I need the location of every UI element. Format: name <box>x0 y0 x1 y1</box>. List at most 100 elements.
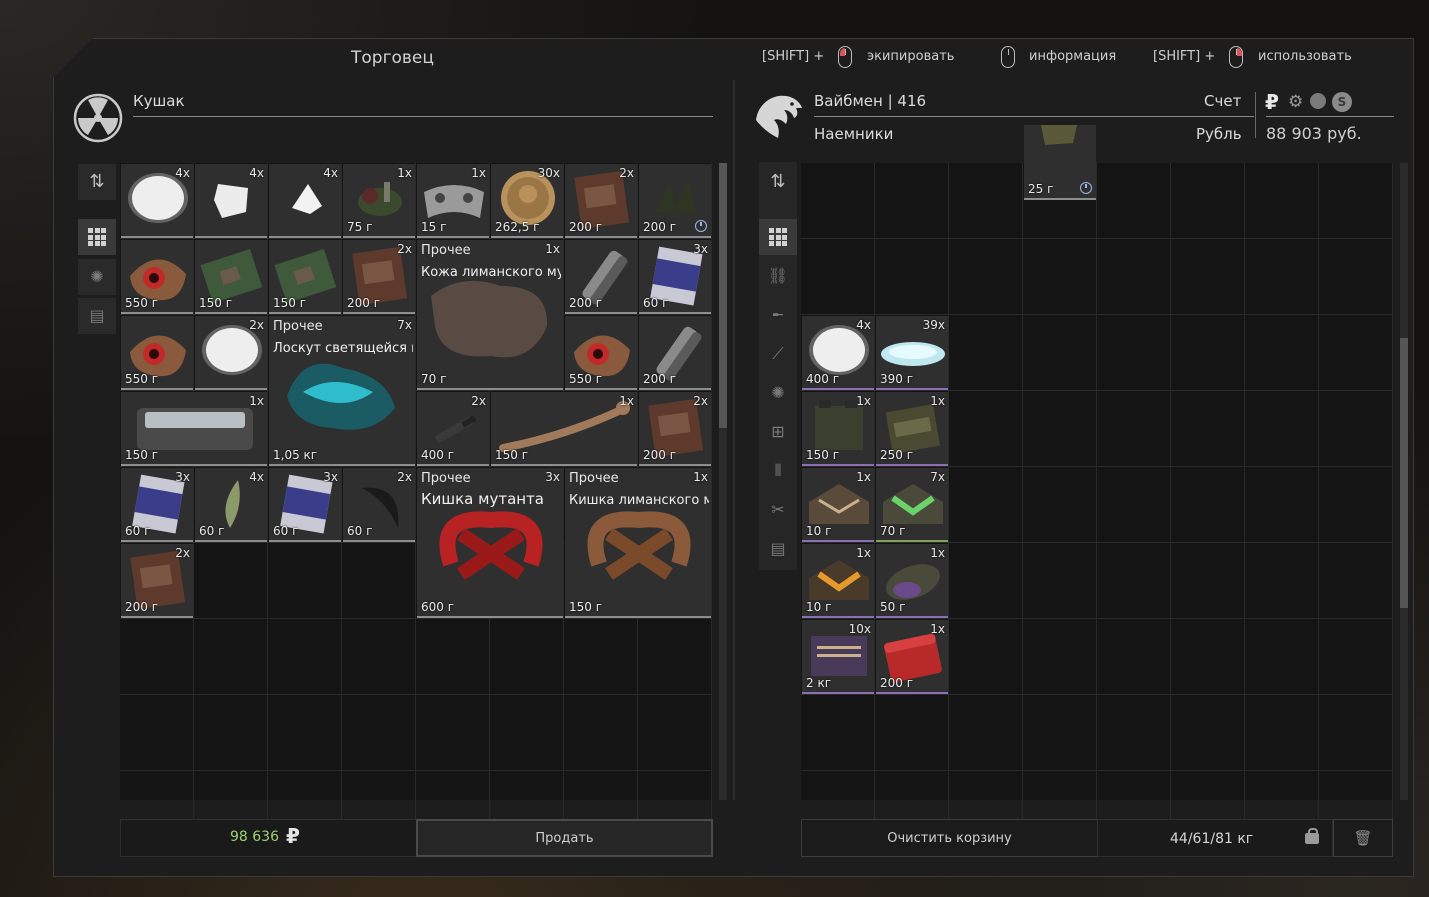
inventory-cell[interactable] <box>1171 695 1245 771</box>
inventory-item[interactable]: 550 г <box>121 316 193 390</box>
inventory-cell[interactable] <box>342 543 416 619</box>
inventory-item[interactable]: 3x 60 г <box>639 240 711 314</box>
inventory-item[interactable]: 2x 200 г <box>639 392 711 466</box>
inventory-cell[interactable] <box>1319 619 1393 695</box>
inventory-item[interactable]: 1x 150 г <box>121 392 267 466</box>
inventory-cell[interactable] <box>875 239 949 315</box>
inventory-cell[interactable] <box>1171 163 1245 239</box>
inventory-item[interactable]: 2x 60 г <box>343 468 415 542</box>
inventory-cell[interactable] <box>1319 695 1393 771</box>
inventory-item[interactable]: 550 г <box>565 316 637 390</box>
inventory-cell[interactable] <box>949 391 1023 467</box>
inventory-item[interactable]: 1x 10 г <box>802 468 874 542</box>
inventory-cell[interactable] <box>1171 315 1245 391</box>
inventory-cell[interactable] <box>564 695 638 771</box>
inventory-cell[interactable] <box>1097 239 1171 315</box>
inventory-cell[interactable] <box>1097 315 1171 391</box>
inventory-item[interactable]: 1x 150 г <box>802 392 874 466</box>
inventory-item[interactable]: 4x <box>269 164 341 238</box>
inventory-item[interactable]: 4x 60 г <box>195 468 267 542</box>
inventory-item[interactable]: 7x Прочее Лоскут светящейся к.. 1,05 кг <box>269 316 415 466</box>
inventory-cell[interactable] <box>194 619 268 695</box>
ruble-currency-icon[interactable]: ₽ <box>1265 90 1279 114</box>
player-filter-all-button[interactable] <box>759 219 797 255</box>
inventory-cell[interactable] <box>949 467 1023 543</box>
inventory-cell[interactable] <box>1097 391 1171 467</box>
cog-currency-icon[interactable] <box>1310 93 1326 109</box>
inventory-cell[interactable] <box>120 619 194 695</box>
inventory-item[interactable]: 2x 200 г <box>343 240 415 314</box>
inventory-cell[interactable] <box>1319 467 1393 543</box>
inventory-item[interactable]: 3x 60 г <box>269 468 341 542</box>
inventory-cell[interactable] <box>268 695 342 771</box>
inventory-cell[interactable] <box>1023 695 1097 771</box>
inventory-cell[interactable] <box>268 543 342 619</box>
inventory-item[interactable]: 150 г <box>195 240 267 314</box>
inventory-item[interactable]: 2x <box>195 316 267 390</box>
inventory-cell[interactable] <box>949 695 1023 771</box>
player-sort-button[interactable]: ⇅ <box>759 164 797 200</box>
inventory-cell[interactable] <box>1023 315 1097 391</box>
inventory-cell[interactable] <box>1319 163 1393 239</box>
inventory-cell[interactable] <box>416 695 490 771</box>
inventory-cell[interactable] <box>949 239 1023 315</box>
inventory-item[interactable]: 30x 262,5 г <box>491 164 563 238</box>
inventory-cell[interactable] <box>801 695 875 771</box>
inventory-cell[interactable] <box>1245 543 1319 619</box>
inventory-item[interactable]: 1x 10 г <box>802 544 874 618</box>
inventory-item[interactable]: 1x 15 г <box>417 164 489 238</box>
inventory-cell[interactable] <box>1245 467 1319 543</box>
inventory-item[interactable]: 3x 60 г <box>121 468 193 542</box>
filter-ammo-button[interactable]: ⦀ <box>759 453 797 489</box>
inventory-cell[interactable] <box>1171 391 1245 467</box>
inventory-cell[interactable] <box>416 619 490 695</box>
inventory-item[interactable]: 2x 200 г <box>121 544 193 618</box>
inventory-item[interactable]: 550 г <box>121 240 193 314</box>
trash-button[interactable]: 🗑 <box>1333 819 1393 857</box>
inventory-cell[interactable] <box>1245 619 1319 695</box>
inventory-cell[interactable] <box>949 619 1023 695</box>
inventory-cell[interactable] <box>1023 391 1097 467</box>
inventory-cell[interactable] <box>1097 619 1171 695</box>
filter-misc-button[interactable]: ▤ <box>78 298 116 334</box>
inventory-cell[interactable] <box>1097 543 1171 619</box>
coin-currency-icon[interactable]: S <box>1332 92 1352 112</box>
inventory-item[interactable]: 200 г <box>639 164 711 238</box>
inventory-cell[interactable] <box>1171 467 1245 543</box>
inventory-cell[interactable] <box>1023 543 1097 619</box>
inventory-item[interactable]: 1x 50 г <box>876 544 948 618</box>
inventory-cell[interactable] <box>1171 543 1245 619</box>
inventory-cell[interactable] <box>1171 619 1245 695</box>
player-scrollbar[interactable] <box>1400 163 1408 800</box>
sell-button[interactable]: Продать <box>416 819 713 857</box>
filter-medicine-button[interactable]: ⊞ <box>759 414 797 450</box>
inventory-cell[interactable] <box>1245 315 1319 391</box>
inventory-item[interactable]: 1x 250 г <box>876 392 948 466</box>
inventory-cell[interactable] <box>1319 391 1393 467</box>
inventory-item[interactable]: 1x 200 г <box>876 620 948 694</box>
clear-cart-button[interactable]: Очистить корзину <box>801 819 1098 857</box>
trader-inventory-grid[interactable]: 4x 4x 4x 1x 75 г 1x 15 г 30x 262,5 г 2x 200 г 200 г… <box>120 163 712 847</box>
inventory-item[interactable]: 2x 200 г <box>565 164 637 238</box>
inventory-cell[interactable] <box>342 619 416 695</box>
inventory-cell[interactable] <box>1245 239 1319 315</box>
inventory-item[interactable]: 4x 400 г <box>802 316 874 390</box>
inventory-cell[interactable] <box>801 239 875 315</box>
inventory-cell[interactable] <box>1319 239 1393 315</box>
inventory-item[interactable]: 2x 400 г <box>417 392 489 466</box>
inventory-cell[interactable] <box>1023 239 1097 315</box>
inventory-item[interactable]: 3x Прочее Кишка мутанта 600 г <box>417 468 563 618</box>
inventory-cell[interactable] <box>268 619 342 695</box>
inventory-cell[interactable] <box>1319 315 1393 391</box>
filter-attachments-button[interactable]: ⛓ <box>759 258 797 294</box>
gear-currency-icon[interactable]: ⚙ <box>1288 92 1303 112</box>
filter-tools-button[interactable]: ✂ <box>759 492 797 528</box>
inventory-cell[interactable] <box>638 619 712 695</box>
inventory-cell[interactable] <box>1097 467 1171 543</box>
inventory-cell[interactable] <box>875 163 949 239</box>
inventory-item[interactable]: 200 г <box>565 240 637 314</box>
inventory-item[interactable]: 10x 2 кг <box>802 620 874 694</box>
filter-weapons-button[interactable]: ╾ <box>759 297 797 333</box>
filter-artifacts-button[interactable]: ✺ <box>78 259 116 295</box>
inventory-cell[interactable] <box>564 619 638 695</box>
